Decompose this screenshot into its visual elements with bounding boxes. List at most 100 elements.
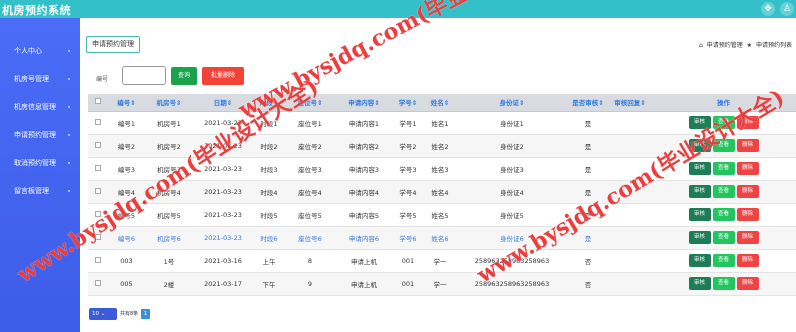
table-cell: 是 <box>567 226 609 250</box>
column-header-label: 申请内容 <box>348 99 375 108</box>
select-all-checkbox[interactable] <box>88 94 108 112</box>
row-actions: 审核 查看 删除 <box>651 249 796 273</box>
column-header[interactable]: 是否审核⇕ <box>567 94 609 112</box>
delete-button[interactable]: 删除 <box>736 162 759 175</box>
audit-button[interactable]: 审核 <box>688 185 711 198</box>
bullet-icon <box>68 78 70 80</box>
sidebar-item-cancel-booking[interactable]: 取消预约管理 <box>0 152 80 174</box>
delete-button[interactable]: 删除 <box>736 185 759 198</box>
column-header[interactable]: 机房号⇕ <box>145 94 193 112</box>
table-row[interactable]: 编号3 机房号3 2021-03-23 时段3 座位号3 申请内容3 学号3 姓名3 身份证3 是… <box>88 157 796 181</box>
row-checkbox-cell[interactable] <box>88 134 108 158</box>
table-row[interactable]: 编号4 机房号4 2021-03-23 时段4 座位号4 申请内容4 学号4 姓名4 身份证4 是… <box>88 180 796 204</box>
table-row[interactable]: 编号2 机房号2 2021-03-23 时段2 座位号2 申请内容2 学号2 姓名2 身份证2 是… <box>88 134 796 158</box>
breadcrumb: ⌂ 申请预约管理 ★ 申请预约列表 <box>697 40 792 49</box>
table-cell <box>609 157 651 181</box>
audit-button[interactable]: 审核 <box>688 277 711 290</box>
table-cell: 258963258963258963 <box>457 249 567 273</box>
query-button[interactable]: 查询 <box>171 67 197 85</box>
delete-button[interactable]: 删除 <box>736 139 759 152</box>
star-icon: ★ <box>746 42 753 49</box>
sidebar-item-personal-center[interactable]: 个人中心 <box>0 40 80 62</box>
row-checkbox-cell[interactable] <box>88 272 108 296</box>
view-button[interactable]: 查看 <box>712 185 735 198</box>
table-row[interactable]: 编号5 机房号5 2021-03-23 时段5 座位号5 申请内容5 学号5 姓名5 身份证5 是… <box>88 203 796 227</box>
checkbox[interactable] <box>95 233 101 240</box>
table-cell: 003 <box>108 249 145 273</box>
checkbox[interactable] <box>95 187 101 194</box>
view-button[interactable]: 查看 <box>712 231 735 244</box>
table-cell <box>609 226 651 250</box>
tab-apply-booking[interactable]: 申请预约管理 <box>86 36 140 53</box>
delete-button[interactable]: 删除 <box>736 116 759 129</box>
table-cell: 2021-03-23 <box>193 134 253 158</box>
table-cell: 姓名3 <box>423 157 457 181</box>
delete-button[interactable]: 删除 <box>736 231 759 244</box>
view-button[interactable]: 查看 <box>712 208 735 221</box>
row-checkbox-cell[interactable] <box>88 226 108 250</box>
table-row[interactable]: 编号6 机房号6 2021-03-23 时段6 座位号6 申请内容6 学号6 姓名6 身份证6 是… <box>88 226 796 250</box>
view-button[interactable]: 查看 <box>712 162 735 175</box>
sidebar-item-room-number[interactable]: 机房号管理 <box>0 68 80 90</box>
checkbox[interactable] <box>95 118 101 125</box>
checkbox[interactable] <box>95 256 101 263</box>
total-count: 共有8条 <box>120 311 139 317</box>
table-cell: 机房号4 <box>145 180 193 204</box>
row-checkbox-cell[interactable] <box>88 249 108 273</box>
column-header[interactable]: 编号⇕ <box>108 94 145 112</box>
breadcrumb-item[interactable]: 申请预约列表 <box>756 42 792 49</box>
table-row[interactable]: 003 1号 2021-03-16 上午 8 申请上机 001 学一 2589632589632… <box>88 249 796 273</box>
audit-button[interactable]: 审核 <box>688 162 711 175</box>
row-checkbox-cell[interactable] <box>88 111 108 135</box>
row-checkbox-cell[interactable] <box>88 157 108 181</box>
column-header[interactable]: 身份证⇕ <box>457 94 567 112</box>
checkbox[interactable] <box>95 210 101 217</box>
column-header-label: 是否审核 <box>572 99 599 108</box>
audit-button[interactable]: 审核 <box>688 139 711 152</box>
audit-button[interactable]: 审核 <box>688 254 711 267</box>
view-button[interactable]: 查看 <box>712 254 735 267</box>
delete-button[interactable]: 删除 <box>736 254 759 267</box>
audit-button[interactable]: 审核 <box>688 208 711 221</box>
checkbox[interactable] <box>95 141 101 148</box>
row-checkbox-cell[interactable] <box>88 203 108 227</box>
user-icon[interactable]: ♙ <box>780 2 794 16</box>
delete-button[interactable]: 删除 <box>736 208 759 221</box>
breadcrumb-item[interactable]: 申请预约管理 <box>707 42 743 49</box>
checkbox[interactable] <box>95 98 101 105</box>
column-header[interactable]: 姓名⇕ <box>423 94 457 112</box>
view-button[interactable]: 查看 <box>712 116 735 129</box>
checkbox[interactable] <box>95 164 101 171</box>
delete-button[interactable]: 删除 <box>736 277 759 290</box>
view-button[interactable]: 查看 <box>712 139 735 152</box>
sidebar-item-label: 机房号管理 <box>14 75 49 83</box>
bulk-delete-button[interactable]: 批量删除 <box>202 67 244 85</box>
table-cell: 编号2 <box>108 134 145 158</box>
audit-button[interactable]: 审核 <box>688 231 711 244</box>
view-button[interactable]: 查看 <box>712 277 735 290</box>
page-number[interactable]: 1 <box>141 309 150 319</box>
sidebar-item-room-info[interactable]: 机房信息管理 <box>0 96 80 118</box>
row-checkbox-cell[interactable] <box>88 180 108 204</box>
table-cell: 2021-03-23 <box>193 180 253 204</box>
move-icon[interactable]: ✥ <box>761 2 775 16</box>
table-row[interactable]: 编号1 机房号1 2021-03-23 时段1 座位号1 申请内容1 学号1 姓名1 身份证1 是… <box>88 111 796 135</box>
row-actions: 审核 查看 删除 <box>651 203 796 227</box>
audit-button[interactable]: 审核 <box>688 116 711 129</box>
column-header[interactable]: 学号⇕ <box>393 94 423 112</box>
page-size-value: 10 <box>92 311 99 317</box>
table-cell: 时段2 <box>253 134 285 158</box>
column-header[interactable]: 审核回复⇕ <box>609 94 651 112</box>
column-header[interactable]: 日期⇕ <box>193 94 253 112</box>
search-input[interactable] <box>122 66 166 85</box>
column-header[interactable]: 时段⇕ <box>253 94 285 112</box>
page-size-select[interactable]: 10 ⌄ <box>89 308 117 320</box>
column-header-label: 机房号 <box>156 99 177 108</box>
column-header[interactable]: 申请内容⇕ <box>335 94 393 112</box>
sidebar-item-apply-booking[interactable]: 申请预约管理 <box>0 124 80 146</box>
column-header[interactable]: 座位号⇕ <box>285 94 335 112</box>
table-cell: 是 <box>567 203 609 227</box>
checkbox[interactable] <box>95 279 101 286</box>
table-row[interactable]: 005 2楼 2021-03-17 下午 9 申请上机 001 学一 2589632589632… <box>88 272 796 296</box>
sidebar-item-message-board[interactable]: 留言板管理 <box>0 180 80 202</box>
